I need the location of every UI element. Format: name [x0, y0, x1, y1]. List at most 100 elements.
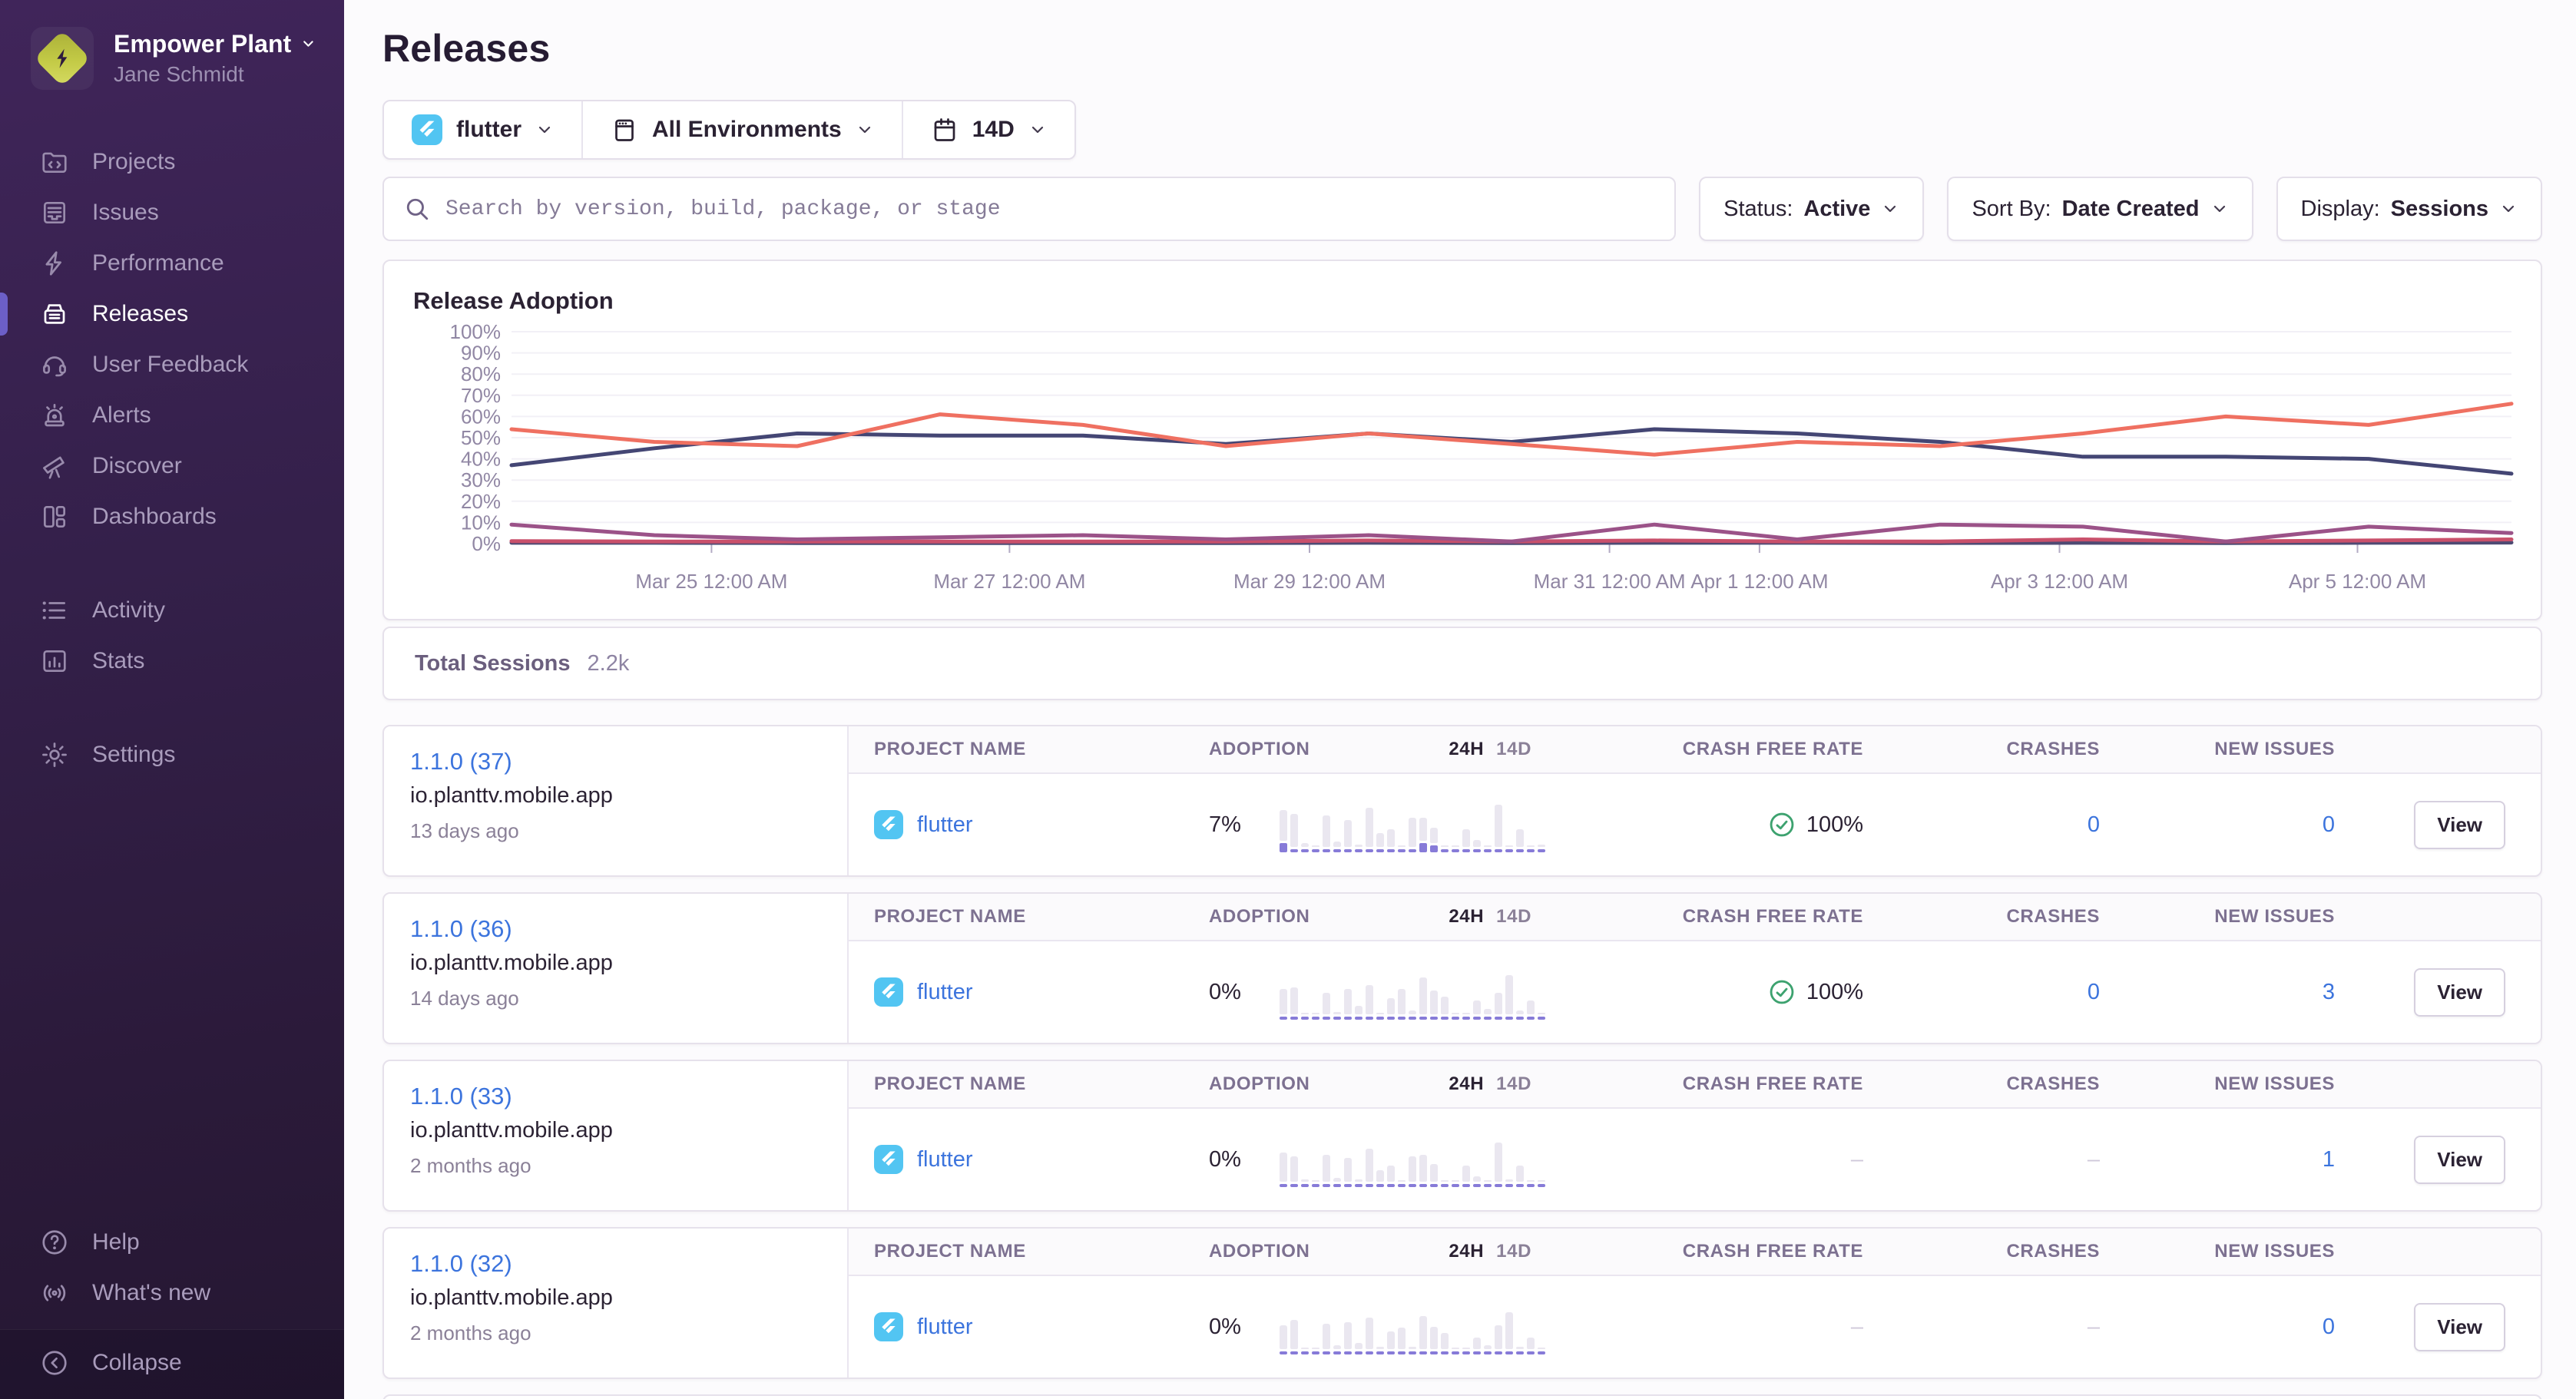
project-link[interactable]: flutter — [917, 1315, 973, 1340]
sparkline-bar — [1312, 1013, 1319, 1020]
sidebar-item-settings[interactable]: Settings — [0, 729, 344, 780]
sparkline-bar — [1462, 1013, 1470, 1020]
new-issues-link[interactable]: 1 — [2323, 1147, 2335, 1172]
sparkline-bar — [1333, 842, 1341, 852]
sparkline-bar — [1344, 989, 1352, 1020]
spark-range-toggle: 24H 14D — [1449, 1241, 1531, 1262]
sidebar-item-user-feedback[interactable]: User Feedback — [0, 339, 344, 390]
sparkline-bar — [1441, 845, 1449, 852]
sparkline-bar — [1398, 845, 1406, 852]
sidebar-item-issues[interactable]: Issues — [0, 187, 344, 238]
stats-icon — [40, 647, 69, 676]
help-icon — [40, 1228, 69, 1257]
release-version-link[interactable]: 1.1.0 (33) — [410, 1083, 847, 1110]
sparkline-bar — [1301, 1013, 1309, 1020]
page-title: Releases — [382, 26, 2542, 71]
view-button[interactable]: View — [2414, 801, 2505, 849]
svg-text:30%: 30% — [461, 468, 501, 491]
sidebar-item-activity[interactable]: Activity — [0, 585, 344, 636]
sparkline-bar — [1290, 814, 1298, 852]
new-issues-link[interactable]: 3 — [2323, 980, 2335, 1004]
sparkline-bar — [1538, 1348, 1545, 1354]
sparkline-bar — [1516, 1347, 1524, 1354]
release-package: io.planttv.mobile.app — [410, 783, 847, 809]
sidebar-item-whats-new[interactable]: What's new — [0, 1268, 344, 1318]
new-issues-link[interactable]: 0 — [2323, 1315, 2335, 1339]
sidebar-item-discover[interactable]: Discover — [0, 441, 344, 491]
sidebar-item-projects[interactable]: Projects — [0, 137, 344, 187]
toggle-24h[interactable]: 24H — [1449, 1073, 1484, 1095]
crash-free-rate-cell: – — [1531, 1147, 1863, 1172]
sidebar-item-stats[interactable]: Stats — [0, 636, 344, 686]
svg-text:90%: 90% — [461, 342, 501, 365]
sort-by-dropdown[interactable]: Sort By: Date Created — [1947, 177, 2253, 241]
sidebar-item-help[interactable]: Help — [0, 1217, 344, 1268]
sparkline-bar — [1366, 808, 1373, 852]
release-version-link[interactable]: 1.1.0 (36) — [410, 915, 847, 943]
svg-text:0%: 0% — [472, 532, 501, 555]
sidebar-item-label: Performance — [92, 250, 224, 276]
search-input[interactable] — [445, 197, 1654, 221]
new-issues-cell: 3 — [2100, 980, 2335, 1005]
new-issues-link[interactable]: 0 — [2323, 812, 2335, 837]
toggle-24h[interactable]: 24H — [1449, 906, 1484, 928]
activity-icon — [40, 596, 69, 625]
status-value: Active — [1803, 197, 1870, 222]
project-link[interactable]: flutter — [917, 812, 973, 838]
sidebar-item-collapse[interactable]: Collapse — [0, 1338, 344, 1388]
project-link[interactable]: flutter — [917, 1147, 973, 1172]
view-button[interactable]: View — [2414, 1136, 2505, 1184]
sparkline-bar — [1419, 977, 1427, 1020]
lightning-bolt-icon — [47, 43, 78, 74]
sidebar-item-dashboards[interactable]: Dashboards — [0, 491, 344, 542]
toggle-14d[interactable]: 14D — [1496, 739, 1531, 760]
toggle-14d[interactable]: 14D — [1496, 906, 1531, 928]
display-dropdown[interactable]: Display: Sessions — [2276, 177, 2543, 241]
org-switcher[interactable]: Empower Plant Jane Schmidt — [0, 21, 344, 95]
sparkline-bar — [1409, 1010, 1416, 1020]
flutter-icon — [874, 810, 903, 839]
sparkline-bar — [1505, 1179, 1513, 1187]
sparkline-bar — [1473, 840, 1481, 852]
sparkline-bar — [1484, 845, 1492, 852]
sparkline-bar — [1473, 1176, 1481, 1187]
view-button[interactable]: View — [2414, 968, 2505, 1017]
sparkline-bar — [1505, 975, 1513, 1020]
date-range-filter[interactable]: 14D — [902, 101, 1074, 158]
chevron-down-icon — [1881, 200, 1899, 218]
sidebar-item-alerts[interactable]: Alerts — [0, 390, 344, 441]
search-box — [382, 177, 1676, 241]
toggle-14d[interactable]: 14D — [1496, 1241, 1531, 1262]
sidebar-item-performance[interactable]: Performance — [0, 238, 344, 289]
sparkline-bar — [1301, 1179, 1309, 1187]
release-version-link[interactable]: 1.1.0 (37) — [410, 748, 847, 776]
project-filter[interactable]: flutter — [384, 101, 581, 158]
toggle-24h[interactable]: 24H — [1449, 739, 1484, 760]
crashes-link[interactable]: 0 — [2088, 812, 2100, 837]
sparkline-bar — [1409, 1156, 1416, 1187]
release-table-header: Project Name Adoption 24H 14D Crash Free… — [849, 1061, 2541, 1109]
column-adoption: Adoption — [1209, 906, 1310, 928]
release-created: 2 months ago — [410, 1321, 847, 1345]
sidebar-item-label: Help — [92, 1229, 140, 1255]
release-created: 14 days ago — [410, 987, 847, 1010]
toggle-14d[interactable]: 14D — [1496, 1073, 1531, 1095]
environment-filter[interactable]: All Environments — [581, 101, 902, 158]
svg-text:Mar 31 12:00 AM: Mar 31 12:00 AM — [1534, 570, 1686, 593]
status-dropdown[interactable]: Status: Active — [1699, 177, 1924, 241]
settings-icon — [40, 740, 69, 769]
sparkline-bar — [1280, 1325, 1287, 1354]
release-info: 1.1.0 (36) io.planttv.mobile.app 14 days… — [384, 894, 849, 1043]
sidebar-item-releases[interactable]: Releases — [0, 289, 344, 339]
project-link[interactable]: flutter — [917, 980, 973, 1005]
crashes-link[interactable]: 0 — [2088, 980, 2100, 1004]
view-button[interactable]: View — [2414, 1303, 2505, 1351]
main-content: Releases flutter All Environments 14D St… — [344, 0, 2576, 1399]
release-version-link[interactable]: 1.1.0 (32) — [410, 1250, 847, 1278]
spark-range-toggle: 24H 14D — [1449, 739, 1531, 760]
releases-icon — [40, 299, 69, 329]
sidebar-item-label: Releases — [92, 301, 188, 327]
column-project-name: Project Name — [849, 1073, 1209, 1095]
check-circle-icon — [1768, 978, 1796, 1006]
toggle-24h[interactable]: 24H — [1449, 1241, 1484, 1262]
